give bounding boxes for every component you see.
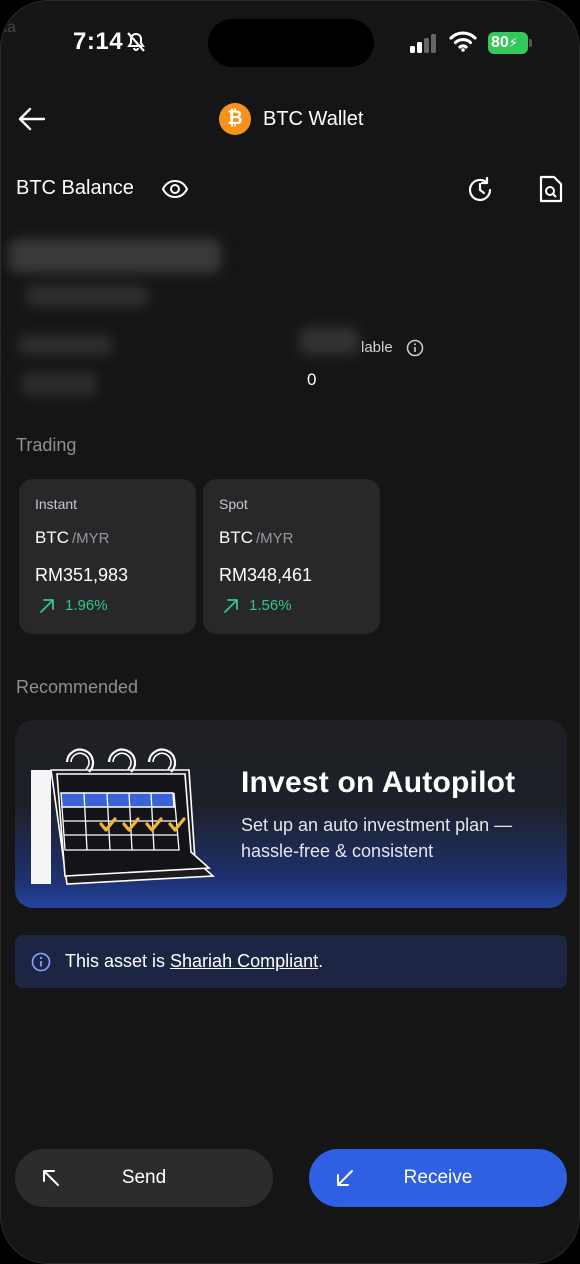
pair-base: BTC xyxy=(219,528,253,547)
bell-muted-icon xyxy=(127,32,145,52)
available-value: 0 xyxy=(307,370,317,389)
header-title-group: ₿ BTC Wallet xyxy=(219,103,363,135)
shariah-compliant-link[interactable]: Shariah Compliant xyxy=(170,951,318,971)
banner-subtitle: Set up an auto investment plan — hassle-… xyxy=(241,815,513,861)
autopilot-banner[interactable]: Invest on Autopilot Set up an auto inves… xyxy=(15,720,567,908)
hidden-label-2 xyxy=(299,327,359,355)
change-percent: 1.56% xyxy=(249,597,292,614)
hidden-fiat-value xyxy=(25,285,149,307)
status-time: 7:14 xyxy=(73,28,124,55)
available-label: lable xyxy=(361,339,393,356)
card-pair: BTC/MYR xyxy=(35,528,110,548)
receive-button[interactable]: Receive xyxy=(309,1149,567,1207)
card-change: 1.56% xyxy=(223,597,292,614)
receive-label: Receive xyxy=(403,1167,473,1188)
history-icon[interactable] xyxy=(465,175,495,205)
send-button[interactable]: Send xyxy=(15,1149,273,1207)
banner-title: Invest on Autopilot xyxy=(241,766,516,799)
phone-screen: ka 7:14 80⚡ ₿ BTC Wallet BTC Balance lab… xyxy=(0,0,580,1264)
calendar-illustration-icon xyxy=(31,748,215,885)
info-icon[interactable] xyxy=(406,339,424,357)
hidden-value-1 xyxy=(21,371,97,397)
trading-section-label: Trading xyxy=(16,435,77,455)
send-label: Send xyxy=(121,1167,167,1188)
arrow-up-right-icon xyxy=(224,598,238,613)
card-change: 1.96% xyxy=(39,597,108,614)
battery-level: 80 xyxy=(491,34,509,51)
cellular-signal-icon xyxy=(410,34,436,53)
hidden-label-1 xyxy=(17,335,113,355)
notice-text: This asset is Shariah Compliant. xyxy=(65,951,323,972)
dynamic-island xyxy=(208,19,374,67)
arrow-up-right-icon xyxy=(40,598,54,613)
card-type: Spot xyxy=(219,496,248,512)
shariah-notice: This asset is Shariah Compliant. xyxy=(15,935,567,988)
status-bar: 7:14 80⚡ xyxy=(1,1,579,81)
document-search-icon[interactable] xyxy=(538,174,564,204)
bitcoin-icon: ₿ xyxy=(219,103,251,135)
pair-quote: /MYR xyxy=(256,530,294,547)
pair-base: BTC xyxy=(35,528,69,547)
trading-card-instant[interactable]: Instant BTC/MYR RM351,983 1.96% xyxy=(19,479,196,634)
back-arrow-icon[interactable] xyxy=(17,105,47,133)
pair-quote: /MYR xyxy=(72,530,110,547)
card-price: RM348,461 xyxy=(219,565,313,585)
card-pair: BTC/MYR xyxy=(219,528,294,548)
wifi-icon xyxy=(449,31,477,52)
recommended-section-label: Recommended xyxy=(16,677,139,697)
notice-prefix: This asset is xyxy=(65,951,171,971)
balance-label: BTC Balance xyxy=(16,177,134,199)
card-price: RM351,983 xyxy=(35,565,129,585)
card-type: Instant xyxy=(35,496,78,512)
battery-indicator: 80⚡ xyxy=(488,32,528,54)
eye-icon[interactable] xyxy=(161,177,189,201)
change-percent: 1.96% xyxy=(65,597,108,614)
trading-card-spot[interactable]: Spot BTC/MYR RM348,461 1.56% xyxy=(203,479,380,634)
notice-suffix: . xyxy=(318,951,324,971)
page-title: BTC Wallet xyxy=(263,107,364,130)
info-icon xyxy=(31,952,51,971)
battery-cap xyxy=(529,39,532,47)
hidden-balance-value xyxy=(9,239,221,273)
